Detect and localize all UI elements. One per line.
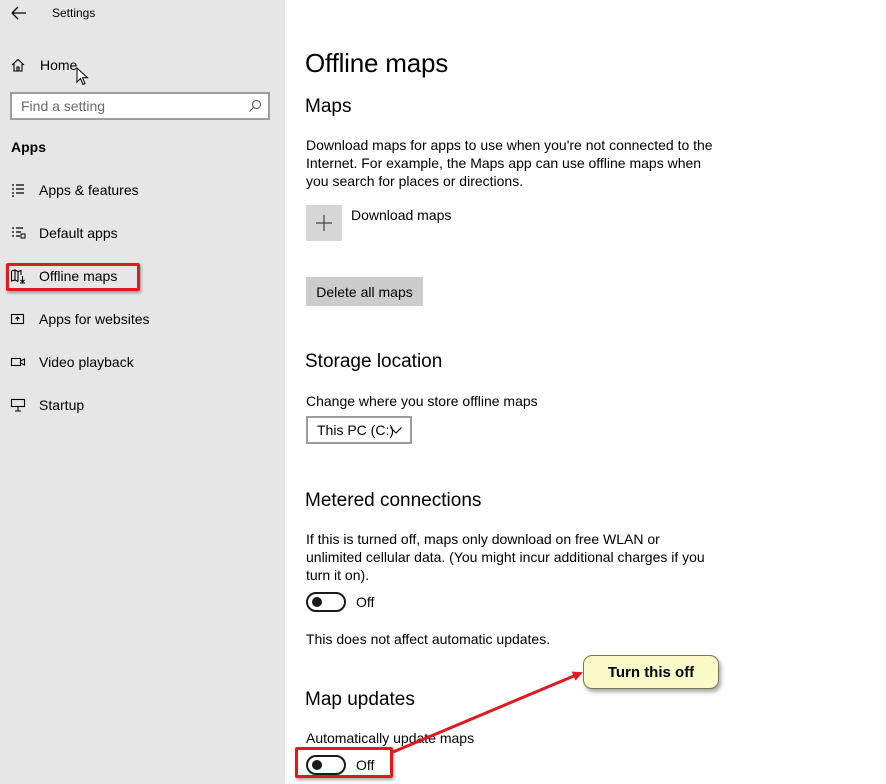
startup-icon bbox=[10, 398, 26, 412]
video-icon bbox=[10, 357, 26, 367]
sidebar-item-apps-for-websites[interactable]: Apps for websites bbox=[10, 308, 150, 330]
callout-bubble: Turn this off bbox=[583, 655, 719, 689]
home-icon bbox=[11, 58, 25, 72]
window-title: Settings bbox=[52, 6, 96, 20]
sidebar-item-label: Default apps bbox=[39, 225, 118, 241]
sidebar-item-label: Video playback bbox=[39, 354, 134, 370]
home-nav-item[interactable]: Home bbox=[10, 55, 77, 75]
sidebar-item-label: Apps for websites bbox=[39, 311, 150, 327]
search-input[interactable] bbox=[12, 94, 232, 118]
mouse-cursor-icon bbox=[76, 67, 89, 86]
default-apps-icon bbox=[12, 227, 26, 239]
search-box[interactable] bbox=[10, 92, 270, 120]
home-label: Home bbox=[40, 57, 78, 73]
apps-section-heading: Apps bbox=[11, 139, 46, 155]
sidebar-item-apps-features[interactable]: Apps & features bbox=[10, 179, 139, 201]
main-content: Offline maps Maps Download maps for apps… bbox=[285, 0, 886, 784]
sidebar-item-video-playback[interactable]: Video playback bbox=[10, 351, 134, 373]
sidebar-item-label: Startup bbox=[39, 397, 85, 413]
search-icon[interactable] bbox=[248, 99, 262, 113]
callout-text: Turn this off bbox=[607, 663, 695, 681]
open-in-app-icon bbox=[10, 313, 25, 325]
sidebar: Settings Home Apps Apps & features Defau… bbox=[0, 0, 285, 784]
title-bar: Settings bbox=[0, 0, 285, 28]
sidebar-item-label: Apps & features bbox=[39, 182, 139, 198]
back-arrow-icon[interactable] bbox=[10, 5, 28, 21]
sidebar-item-startup[interactable]: Startup bbox=[10, 394, 84, 416]
sidebar-item-default-apps[interactable]: Default apps bbox=[10, 222, 118, 244]
highlight-box-offline-maps bbox=[6, 263, 140, 291]
list-icon bbox=[12, 184, 24, 197]
